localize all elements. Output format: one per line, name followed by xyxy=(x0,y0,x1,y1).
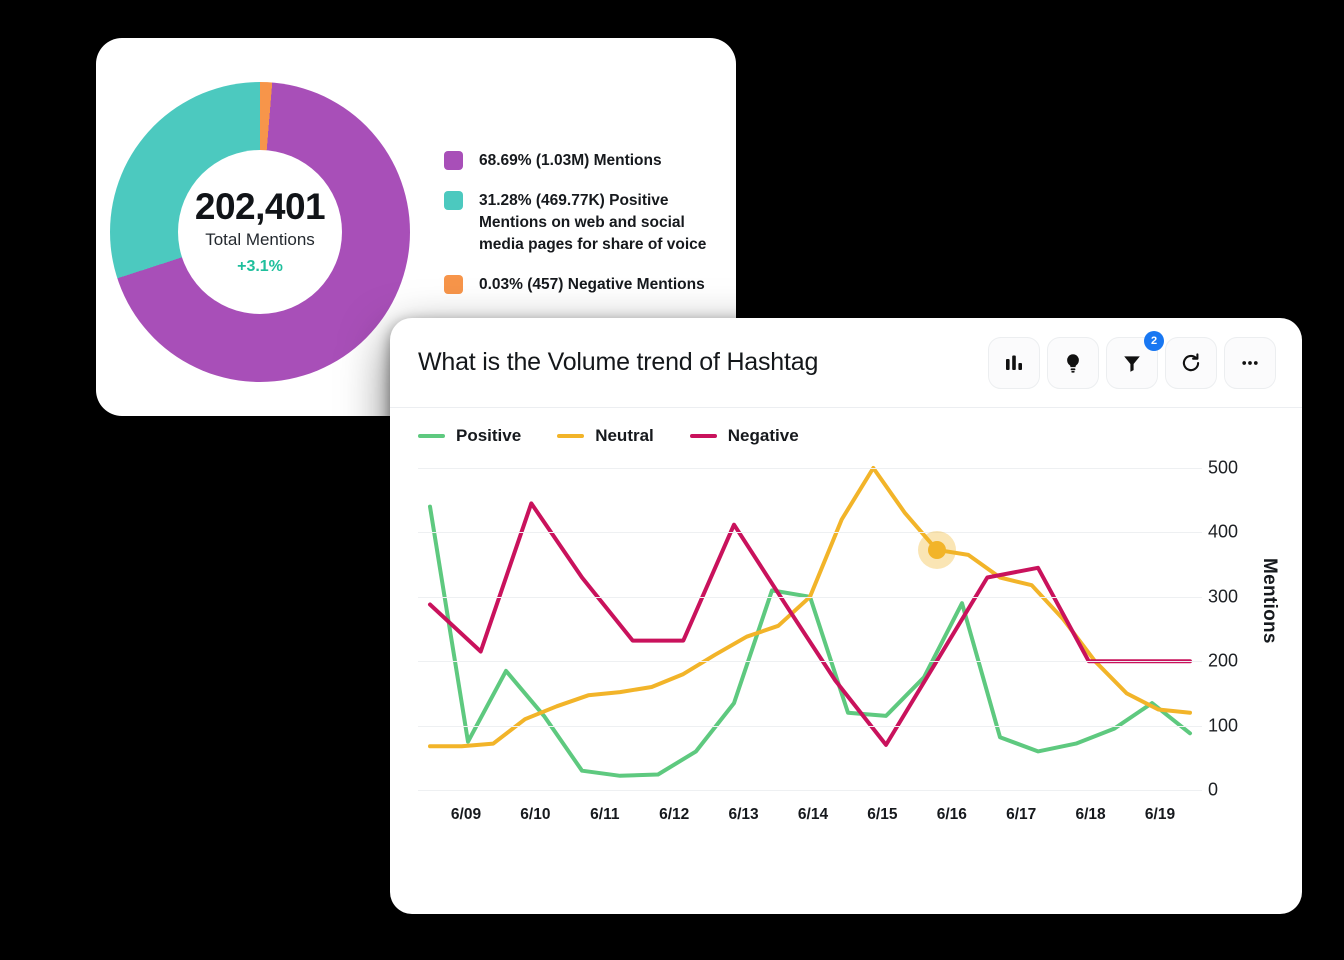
legend-line-positive-icon xyxy=(418,434,445,438)
insight-bulb-button[interactable] xyxy=(1047,336,1099,389)
x-axis-tick-label: 6/09 xyxy=(450,806,482,823)
y-axis-tick-label: 200 xyxy=(1208,650,1239,671)
donut-center: 202,401 Total Mentions +3.1% xyxy=(178,150,342,314)
donut-legend: 68.69% (1.03M) Mentions 31.28% (469.77K) … xyxy=(444,150,722,314)
chart-legend-label: Positive xyxy=(456,426,522,445)
x-axis-tick-label: 6/11 xyxy=(590,806,620,823)
filter-count-badge: 2 xyxy=(1144,330,1164,351)
page-title: What is the Volume trend of Hashtag xyxy=(418,348,819,376)
grid-line xyxy=(418,661,1202,663)
donut-legend-item-positive-mentions[interactable]: 31.28% (469.77K) Positive Mentions on we… xyxy=(444,190,722,256)
highlighted-data-point[interactable] xyxy=(927,540,946,559)
chart-legend-label: Negative xyxy=(727,426,799,445)
y-axis-title: Mentions xyxy=(1259,558,1280,644)
filter-button[interactable]: 2 xyxy=(1106,330,1164,389)
grid-line xyxy=(418,790,1202,791)
grid-line xyxy=(418,596,1202,598)
chart-legend-item-negative[interactable]: Negative xyxy=(689,426,799,446)
legend-swatch-mentions-icon xyxy=(444,151,463,170)
legend-line-negative-icon xyxy=(689,434,717,438)
total-mentions-label: Total Mentions xyxy=(205,230,315,250)
more-options-icon xyxy=(1239,352,1261,374)
donut-legend-item-negative-mentions[interactable]: 0.03% (457) Negative Mentions xyxy=(444,274,722,296)
bar-chart-icon xyxy=(1003,352,1025,374)
legend-swatch-negative-mentions-icon xyxy=(444,275,463,294)
chart-legend-item-positive[interactable]: Positive xyxy=(418,426,521,446)
total-mentions-value: 202,401 xyxy=(194,185,326,227)
x-axis-tick-label: 6/10 xyxy=(520,806,551,823)
refresh-button[interactable] xyxy=(1165,336,1217,389)
y-axis-tick-label: 100 xyxy=(1208,715,1239,736)
y-axis-tick-label: 0 xyxy=(1208,779,1219,800)
x-axis-tick-label: 6/19 xyxy=(1144,806,1176,823)
more-options-button[interactable] xyxy=(1224,336,1276,389)
y-axis-tick-label: 500 xyxy=(1208,457,1239,478)
grid-line xyxy=(418,532,1202,534)
x-axis-tick-label: 6/15 xyxy=(867,806,898,823)
volume-trend-card: What is the Volume trend of Hashtag 2 Po… xyxy=(390,318,1302,914)
chart-legend-label: Neutral xyxy=(595,426,654,445)
trend-card-header: What is the Volume trend of Hashtag 2 xyxy=(390,318,1302,408)
y-axis-tick-label: 400 xyxy=(1208,521,1239,542)
filter-icon xyxy=(1121,352,1143,374)
refresh-icon xyxy=(1180,352,1202,374)
toolbar: 2 xyxy=(988,330,1276,389)
total-mentions-delta: +3.1% xyxy=(237,258,283,276)
line-chart-plot: 0 100 200 300 400 500 6/09 6/10 6/11 6/12 6/13 6/14… xyxy=(418,458,1238,823)
line-series-neutral xyxy=(428,466,1192,749)
line-series-svg xyxy=(428,466,1192,778)
x-axis-tick-label: 6/18 xyxy=(1075,806,1106,823)
grid-line xyxy=(418,725,1202,727)
donut-legend-label: 31.28% (469.77K) Positive Mentions on we… xyxy=(479,192,707,253)
grid-line xyxy=(418,468,1202,469)
chart-legend: Positive Neutral Negative xyxy=(418,426,799,446)
line-series-negative xyxy=(428,501,1192,747)
bar-chart-button[interactable] xyxy=(988,336,1040,389)
x-axis-tick-label: 6/13 xyxy=(728,806,759,823)
donut-legend-label: 68.69% (1.03M) Mentions xyxy=(479,152,662,169)
donut-legend-label: 0.03% (457) Negative Mentions xyxy=(479,276,705,293)
y-axis-tick-label: 300 xyxy=(1208,586,1239,607)
x-axis-tick-label: 6/16 xyxy=(936,806,967,823)
insight-bulb-icon xyxy=(1062,352,1084,374)
legend-swatch-positive-mentions-icon xyxy=(444,191,463,210)
x-axis-tick-label: 6/14 xyxy=(797,806,829,823)
donut-legend-item-mentions[interactable]: 68.69% (1.03M) Mentions xyxy=(444,150,722,172)
donut-chart: 202,401 Total Mentions +3.1% xyxy=(110,82,410,382)
chart-legend-item-neutral[interactable]: Neutral xyxy=(557,426,654,446)
x-axis-tick-label: 6/17 xyxy=(1006,806,1037,823)
legend-line-neutral-icon xyxy=(557,434,585,438)
x-axis-tick-label: 6/12 xyxy=(659,806,690,823)
